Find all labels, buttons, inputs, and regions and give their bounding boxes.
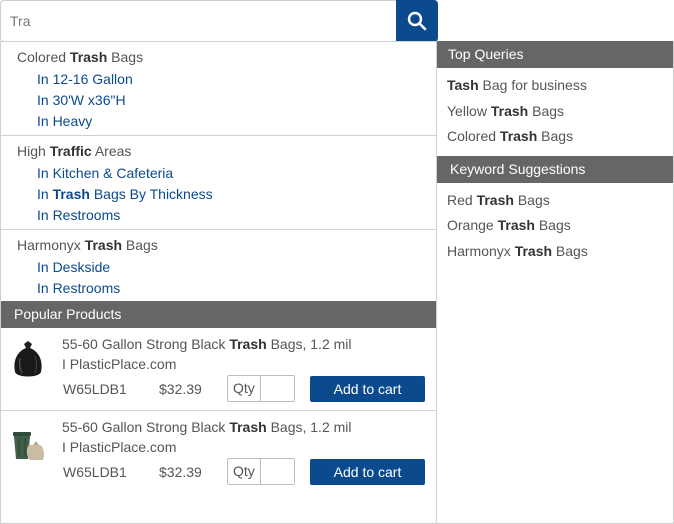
suggestion-group: Harmonyx Trash Bags In Deskside In Restr… (1, 230, 436, 299)
product-title[interactable]: 55-60 Gallon Strong Black Trash Bags, 1.… (62, 417, 382, 457)
suggestion-group: Colored Trash Bags In 12-16 Gallon In 30… (1, 42, 436, 136)
keyword-suggestions-list: Red Trash Bags Orange Trash Bags Harmony… (437, 183, 673, 271)
qty-label: Qty (228, 376, 261, 401)
suggestion-category-link[interactable]: In Kitchen & Cafeteria (1, 163, 436, 184)
product-title[interactable]: 55-60 Gallon Strong Black Trash Bags, 1.… (62, 334, 382, 374)
product-sku: W65LDB1 (63, 464, 127, 480)
top-queries-list: Tash Bag for business Yellow Trash Bags … (437, 68, 673, 156)
keyword-suggestion-item[interactable]: Harmonyx Trash Bags (437, 241, 673, 267)
quantity-input[interactable] (261, 459, 294, 484)
product-row: 55-60 Gallon Strong Black Trash Bags, 1.… (1, 328, 436, 411)
search-icon (407, 11, 427, 31)
black-trash-bag-icon[interactable] (10, 340, 46, 380)
product-price: $32.39 (159, 381, 202, 397)
top-queries-header: Top Queries (437, 41, 673, 68)
top-query-item[interactable]: Colored Trash Bags (437, 126, 673, 152)
quantity-field: Qty (227, 375, 295, 402)
suggestion-category-link[interactable]: In Heavy (1, 111, 436, 132)
suggestion-heading[interactable]: Colored Trash Bags (1, 48, 436, 69)
suggestion-group: High Traffic Areas In Kitchen & Cafeteri… (1, 136, 436, 230)
suggestion-category-link[interactable]: In 30'W x36"H (1, 90, 436, 111)
product-sku: W65LDB1 (63, 381, 127, 397)
top-query-item[interactable]: Tash Bag for business (437, 75, 673, 101)
add-to-cart-button[interactable]: Add to cart (310, 376, 425, 402)
suggestion-category-link[interactable]: In Deskside (1, 257, 436, 278)
add-to-cart-button[interactable]: Add to cart (310, 459, 425, 485)
search-input[interactable] (0, 0, 397, 42)
product-price: $32.39 (159, 464, 202, 480)
quantity-input[interactable] (261, 376, 294, 401)
keyword-suggestion-item[interactable]: Orange Trash Bags (437, 215, 673, 241)
qty-label: Qty (228, 459, 261, 484)
suggestions-panel: Colored Trash Bags In 12-16 Gallon In 30… (0, 41, 437, 524)
product-row: 55-60 Gallon Strong Black Trash Bags, 1.… (1, 411, 436, 494)
suggestion-heading[interactable]: High Traffic Areas (1, 142, 436, 163)
suggestion-category-link[interactable]: In Trash Bags By Thickness (1, 184, 436, 205)
keyword-suggestion-item[interactable]: Red Trash Bags (437, 190, 673, 216)
trash-can-with-bags-icon[interactable] (10, 423, 46, 463)
search-button[interactable] (396, 0, 438, 42)
query-suggestions-panel: Top Queries Tash Bag for business Yellow… (436, 41, 674, 524)
suggestion-category-link[interactable]: In Restrooms (1, 278, 436, 299)
top-query-item[interactable]: Yellow Trash Bags (437, 101, 673, 127)
suggestion-heading[interactable]: Harmonyx Trash Bags (1, 236, 436, 257)
popular-products-header: Popular Products (1, 301, 436, 328)
quantity-field: Qty (227, 458, 295, 485)
suggestion-category-link[interactable]: In Restrooms (1, 205, 436, 226)
keyword-suggestions-header: Keyword Suggestions (437, 155, 673, 183)
suggestion-category-link[interactable]: In 12-16 Gallon (1, 69, 436, 90)
